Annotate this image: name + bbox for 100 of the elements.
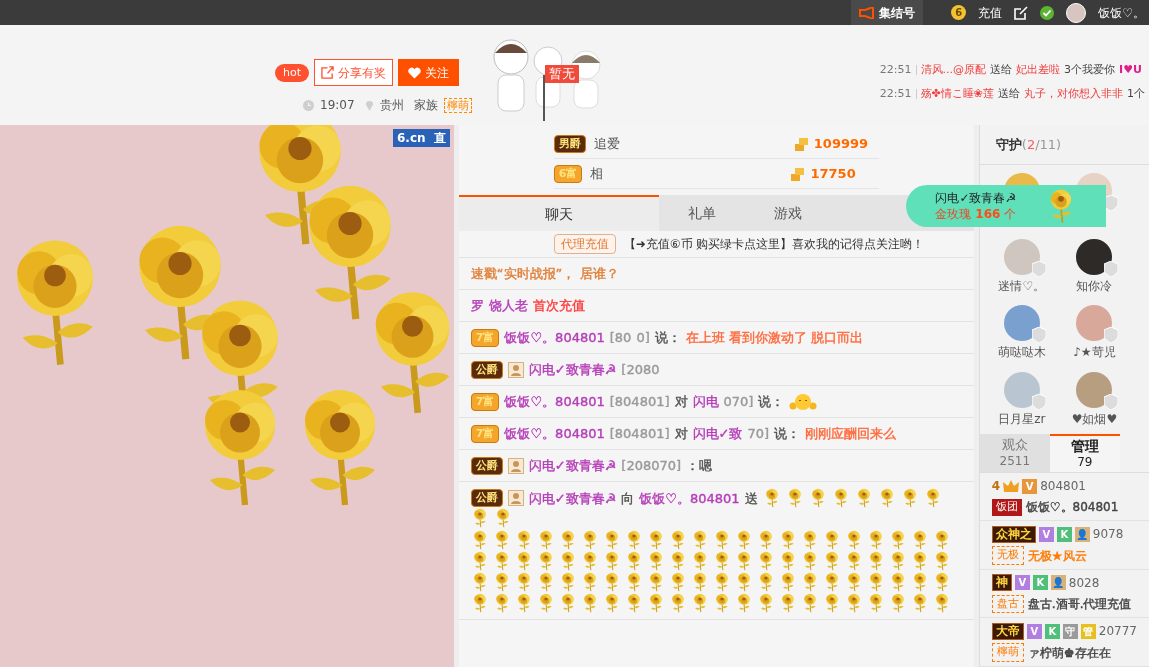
feed-verb: 送给 — [998, 85, 1020, 102]
chat-text: 闪电✓致 — [692, 425, 743, 443]
popup-count: 166 — [975, 206, 1001, 222]
coins-icon — [790, 165, 807, 182]
chat-text: 饶人老 — [488, 297, 528, 315]
heart-icon — [408, 66, 421, 79]
popup-gift: 金玫瑰 — [935, 206, 972, 222]
feed-gift: 3个我爱你 — [1064, 62, 1116, 78]
chat-text: 居谁？ — [580, 265, 620, 283]
ranking-name[interactable]: 相 — [590, 163, 791, 184]
chat-text: 闪电✓致青春☭ — [528, 489, 617, 508]
admin-badge: 👤 — [1050, 575, 1066, 591]
admin-id: 8028 — [1068, 575, 1100, 592]
feed-sender[interactable]: 殇✤情こ睡❀莲 — [920, 85, 994, 102]
share-button[interactable]: 分享有奖 — [314, 59, 393, 86]
recharge-link[interactable]: 充值 — [978, 3, 1003, 22]
hot-badge: hot — [275, 63, 309, 82]
guard-title: 守护 — [995, 135, 1022, 154]
chat-text: 速戳“实时战报”， — [470, 265, 576, 283]
guard-bracket: ) — [1056, 135, 1062, 154]
guard-name: 萌哒哒木 — [997, 344, 1046, 362]
megaphone-icon — [859, 6, 876, 19]
chat-text: 饭饭♡。804801 — [639, 489, 740, 508]
shield-icon — [1104, 327, 1119, 344]
chat-text: 刚刚应酬回来么 — [805, 425, 897, 443]
admin-tag: 饭团 — [991, 499, 1022, 516]
chat-tab[interactable]: 游戏 — [744, 195, 831, 231]
edit-icon[interactable] — [1014, 5, 1029, 20]
family-label: 家族 — [413, 97, 438, 114]
chat-text: 0] — [636, 329, 650, 347]
shield-icon — [1031, 327, 1046, 344]
guard-name: 知你冷 — [1076, 277, 1113, 295]
username[interactable]: 饭饭♡。 — [1098, 3, 1145, 22]
chat-text: 说： — [758, 393, 785, 411]
admin-badge: V — [1014, 575, 1030, 591]
ranking-amount: 109999 — [813, 134, 869, 153]
chat-text: 70] — [747, 425, 770, 443]
chat-text: 送 — [744, 489, 758, 508]
clock-icon — [303, 99, 314, 111]
stream-time: 19:07 — [320, 97, 355, 114]
admin-badge: 👤 — [1074, 527, 1090, 542]
logo-text: 6.cn — [397, 130, 426, 147]
chat-text: 罗 — [470, 297, 484, 315]
chat-tab[interactable]: 聊天 — [458, 195, 659, 231]
chat-text: 说： — [774, 425, 801, 443]
chat-text: [804801] — [609, 425, 670, 443]
location-pin-icon — [364, 99, 374, 111]
shield-icon — [1031, 260, 1046, 277]
admin-tag: 檸萌 — [991, 643, 1024, 662]
rank-badge: 7富 — [470, 424, 500, 443]
rank-badge: 公爵 — [470, 489, 503, 507]
guard-name: ♥如烟♥ — [1071, 410, 1118, 428]
rank-badge: 7富 — [470, 392, 500, 411]
chat-text: 对 — [674, 393, 688, 411]
feed-verb: 送给 — [990, 62, 1013, 78]
chat-text: [2080 — [621, 361, 660, 379]
admin-badge: V — [1022, 479, 1038, 494]
follow-button[interactable]: 关注 — [398, 59, 459, 86]
user-avatar[interactable] — [1066, 2, 1087, 23]
rank-badge: 7富 — [470, 328, 500, 347]
admin-name[interactable]: 盘古.酒哥.代理充值 — [1027, 595, 1132, 614]
shield-icon — [1104, 393, 1119, 410]
guard-name: ♪★苛児 — [1073, 344, 1116, 362]
rally-button[interactable]: 集结号 — [851, 0, 924, 25]
admin-badge: K — [1044, 624, 1060, 639]
feed-gift: 1个 — [1127, 85, 1145, 102]
admin-title-badge: 神 — [991, 574, 1012, 592]
admin-level: 4 — [991, 478, 1001, 496]
ranking-name[interactable]: 追爱 — [593, 133, 794, 154]
chat-text: [804801] — [609, 393, 670, 411]
feed-sender[interactable]: 清风...@原配 — [920, 62, 987, 79]
chat-text: [80 — [609, 329, 632, 347]
feed-receiver[interactable]: 丸子，对你想入非非 — [1024, 85, 1123, 102]
rank-badge: 男爵 — [553, 134, 586, 153]
guard-bracket: ( — [1021, 135, 1027, 154]
shield-icon — [1031, 393, 1046, 410]
ranking-amount: 17750 — [810, 164, 856, 183]
admin-title-badge: 众神之 — [991, 526, 1036, 543]
rank-badge: 公爵 — [470, 360, 503, 379]
feed-receiver[interactable]: 妃出差啦 — [1016, 62, 1061, 79]
admin-id: 804801 — [1040, 478, 1086, 496]
audience-tab[interactable]: 观众 2511 — [979, 433, 1050, 473]
admin-name[interactable]: 饭饭♡。804801 — [1025, 498, 1119, 517]
chat-tab[interactable]: 礼单 — [658, 195, 745, 231]
shield-icon — [1104, 194, 1119, 211]
admin-name[interactable]: ァ柠萌♚存在在 — [1027, 643, 1111, 662]
feed-time: 22:51 — [879, 62, 912, 78]
admin-badge: K — [1032, 575, 1048, 591]
guard-name: 日月星zr — [998, 410, 1046, 428]
location: 贵州 — [379, 97, 404, 114]
feed-time: 22:51 — [879, 85, 912, 102]
logo-suffix: 直 — [433, 130, 446, 147]
check-icon — [1040, 5, 1055, 20]
rank-flag: 暂无 — [544, 65, 579, 83]
guard-avatar[interactable] — [1076, 238, 1113, 275]
chat-text: 在上班 看到你激动了 脱口而出 — [685, 329, 863, 347]
chat-text: 首次充值 — [532, 297, 585, 315]
chat-text: 向 — [621, 489, 635, 508]
chat-text: 饭饭♡。804801 — [504, 329, 605, 347]
admin-id: 20777 — [1098, 623, 1137, 641]
